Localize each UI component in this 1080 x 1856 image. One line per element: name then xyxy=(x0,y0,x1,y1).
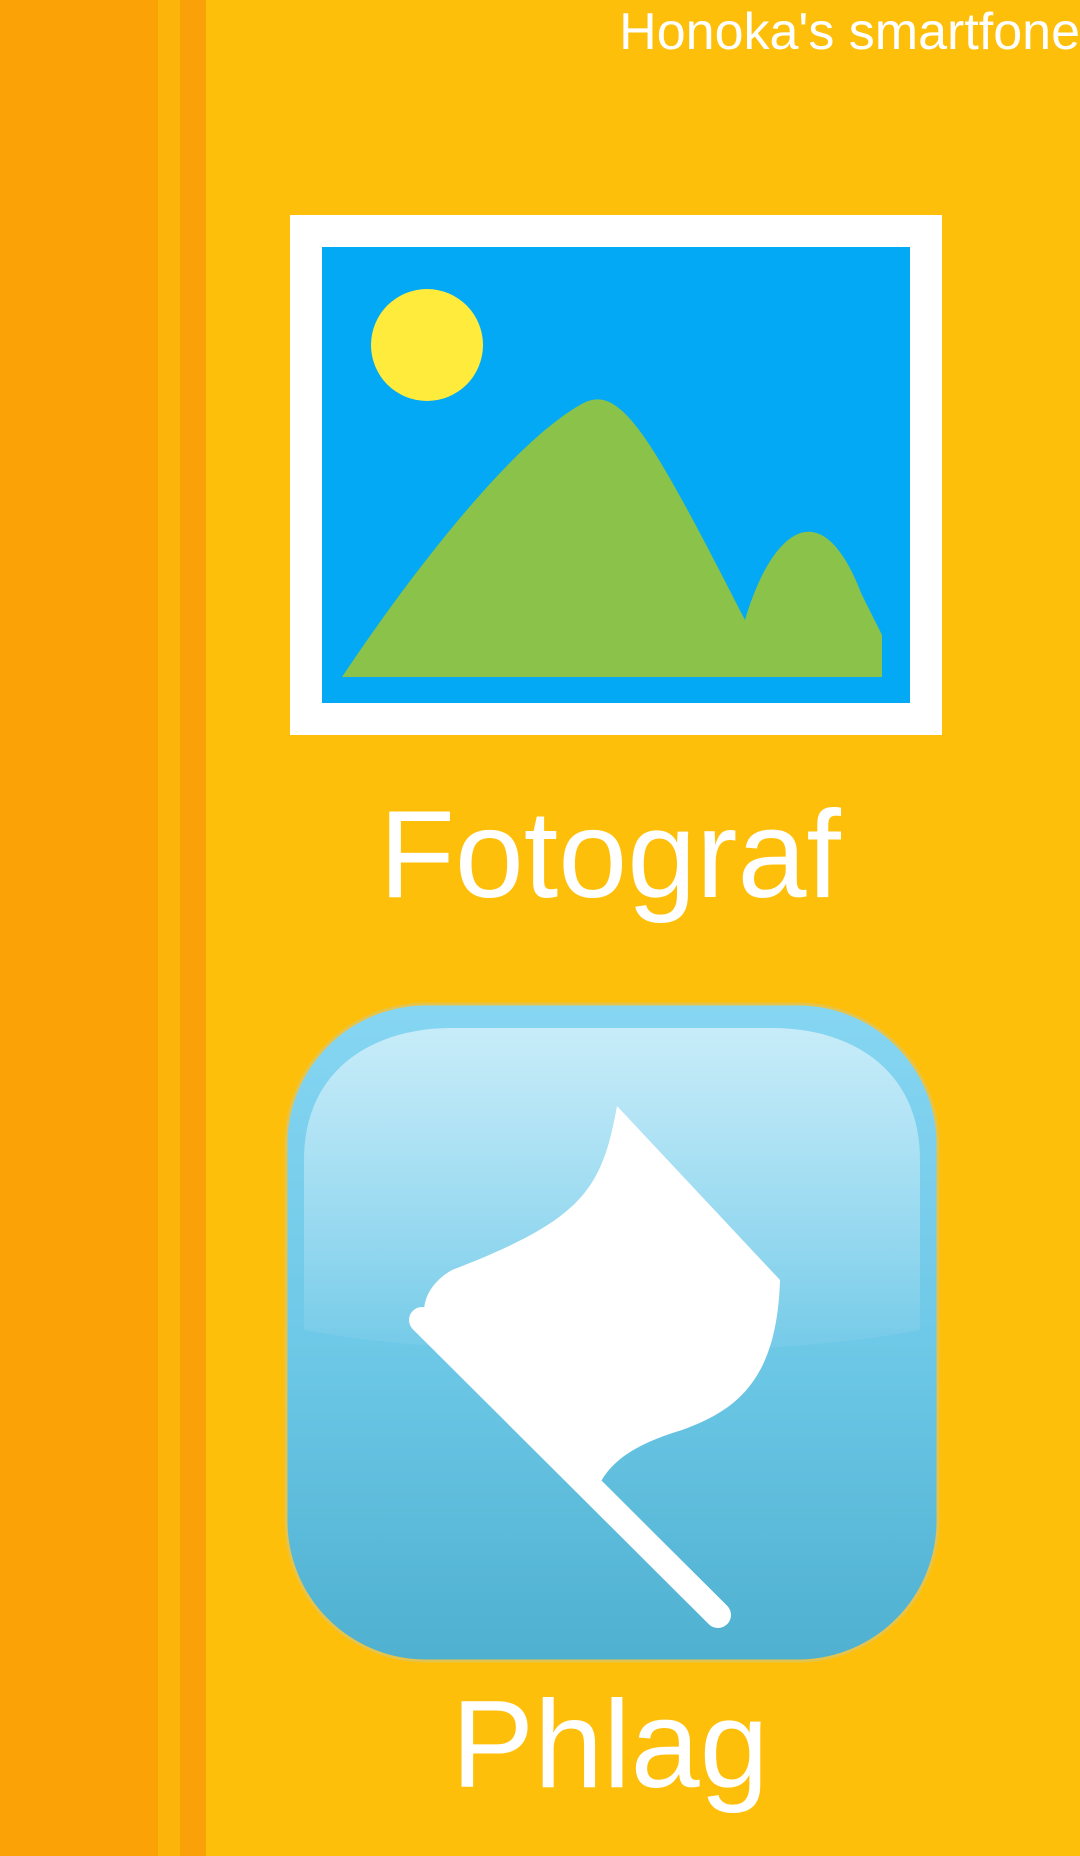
app-label-fotograf: Fotograf xyxy=(379,786,841,924)
device-owner-label: Honoka's smartfone xyxy=(619,3,1080,61)
app-fotograf[interactable]: Fotograf xyxy=(270,180,950,924)
photo-landscape-icon[interactable] xyxy=(290,215,942,735)
left-decor-stripe-dark xyxy=(180,0,206,1856)
app-phlag[interactable]: Phlag xyxy=(270,1000,950,1820)
left-decor-stripe xyxy=(158,0,180,1856)
flag-icon[interactable] xyxy=(282,1000,942,1665)
app-label-phlag: Phlag xyxy=(451,1676,769,1814)
left-decor-band xyxy=(0,0,158,1856)
